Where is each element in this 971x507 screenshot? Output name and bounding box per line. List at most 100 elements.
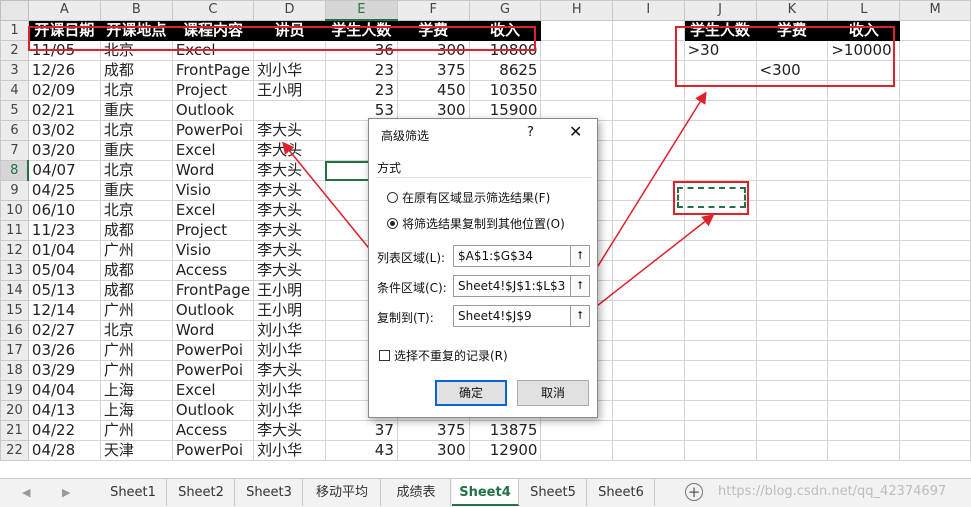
cell-b21[interactable]: 广州 <box>99 420 173 441</box>
row-header[interactable]: 17 <box>0 340 29 361</box>
cell-h22[interactable] <box>540 440 614 461</box>
cell-a4[interactable]: 02/09 <box>27 80 101 101</box>
cell-m15[interactable] <box>899 300 971 321</box>
cell-l22[interactable] <box>827 440 901 461</box>
cell-k15[interactable] <box>755 300 829 321</box>
copy-to-picker-icon[interactable]: ⭡ <box>570 305 590 327</box>
cell-k13[interactable] <box>755 260 829 281</box>
row-header[interactable]: 6 <box>0 120 29 141</box>
cell-d1[interactable]: 讲员 <box>253 19 326 41</box>
cell-k21[interactable] <box>755 420 829 441</box>
radio-copy-to-location[interactable]: 将筛选结果复制到其他位置(O) <box>387 215 565 232</box>
cell-l5[interactable] <box>827 100 901 121</box>
cell-j8[interactable] <box>683 160 757 181</box>
cell-j7[interactable] <box>683 140 757 161</box>
tab-sheet-5[interactable]: 成绩表 <box>382 479 451 506</box>
cell-a10[interactable]: 06/10 <box>27 200 101 221</box>
cell-l21[interactable] <box>827 420 901 441</box>
cell-h2[interactable] <box>540 40 614 61</box>
cell-a15[interactable]: 12/14 <box>27 300 101 321</box>
cell-d21[interactable]: 李大头 <box>253 420 326 441</box>
column-header-g[interactable]: G <box>468 0 542 21</box>
cell-i16[interactable] <box>612 320 685 341</box>
cell-b5[interactable]: 重庆 <box>99 100 173 121</box>
ok-button[interactable]: 确定 <box>435 380 507 406</box>
cell-g3[interactable]: 8625 <box>468 60 542 81</box>
cell-l15[interactable] <box>827 300 901 321</box>
cell-l17[interactable] <box>827 340 901 361</box>
cell-a20[interactable]: 04/13 <box>27 400 101 421</box>
cell-m20[interactable] <box>899 400 971 421</box>
cell-c15[interactable]: Outlook <box>171 300 255 321</box>
cell-i5[interactable] <box>612 100 685 121</box>
cell-j16[interactable] <box>683 320 757 341</box>
list-range-picker-icon[interactable]: ⭡ <box>570 245 590 267</box>
row-header[interactable]: 15 <box>0 300 29 321</box>
row-header[interactable]: 7 <box>0 140 29 161</box>
cell-k12[interactable] <box>755 240 829 261</box>
cell-i20[interactable] <box>612 400 685 421</box>
row-header[interactable]: 11 <box>0 220 29 241</box>
tab-sheet-2[interactable]: Sheet2 <box>168 479 235 506</box>
row-header[interactable]: 12 <box>0 240 29 261</box>
row-header[interactable]: 14 <box>0 280 29 301</box>
cell-j18[interactable] <box>683 360 757 381</box>
cell-i7[interactable] <box>612 140 685 161</box>
cell-b4[interactable]: 北京 <box>99 80 173 101</box>
criteria-range-input[interactable]: Sheet4!$J$1:$L$3 <box>453 275 571 297</box>
column-header-i[interactable]: I <box>612 0 685 21</box>
cell-j2[interactable]: >30 <box>683 40 757 61</box>
cell-c14[interactable]: FrontPage <box>171 280 255 301</box>
cell-d13[interactable]: 李大头 <box>253 260 326 281</box>
cell-l19[interactable] <box>827 380 901 401</box>
cell-k8[interactable] <box>755 160 829 181</box>
cell-a18[interactable]: 03/29 <box>27 360 101 381</box>
cell-i3[interactable] <box>612 60 685 81</box>
cell-j3[interactable] <box>683 60 757 81</box>
cell-h3[interactable] <box>540 60 614 81</box>
column-header-e[interactable]: E <box>324 0 398 21</box>
cell-e21[interactable]: 37 <box>324 420 398 441</box>
cell-b6[interactable]: 北京 <box>99 120 173 141</box>
cell-k16[interactable] <box>755 320 829 341</box>
cell-j13[interactable] <box>683 260 757 281</box>
row-header[interactable]: 18 <box>0 360 29 381</box>
cell-d2[interactable] <box>253 40 326 61</box>
help-icon[interactable]: ? <box>527 125 534 140</box>
cell-f2[interactable]: 300 <box>396 40 470 61</box>
cell-a13[interactable]: 05/04 <box>27 260 101 281</box>
cell-a9[interactable]: 04/25 <box>27 180 101 201</box>
cell-k20[interactable] <box>755 400 829 421</box>
row-header[interactable]: 2 <box>0 40 29 61</box>
column-header-d[interactable]: D <box>253 0 326 21</box>
cell-d19[interactable]: 刘小华 <box>253 380 326 401</box>
cell-d8[interactable]: 李大头 <box>253 160 326 181</box>
cell-d15[interactable]: 王小明 <box>253 300 326 321</box>
cell-a14[interactable]: 05/13 <box>27 280 101 301</box>
cell-j17[interactable] <box>683 340 757 361</box>
cell-a21[interactable]: 04/22 <box>27 420 101 441</box>
cell-a16[interactable]: 02/27 <box>27 320 101 341</box>
cell-f3[interactable]: 375 <box>396 60 470 81</box>
cell-l3[interactable] <box>827 60 901 81</box>
cell-b17[interactable]: 广州 <box>99 340 173 361</box>
cell-a12[interactable]: 01/04 <box>27 240 101 261</box>
cell-k2[interactable] <box>755 40 829 61</box>
cell-k7[interactable] <box>755 140 829 161</box>
cell-c13[interactable]: Access <box>171 260 255 281</box>
cell-k6[interactable] <box>755 120 829 141</box>
cell-h21[interactable] <box>540 420 614 441</box>
cell-i11[interactable] <box>612 220 685 241</box>
cell-i13[interactable] <box>612 260 685 281</box>
cell-b7[interactable]: 重庆 <box>99 140 173 161</box>
cell-m21[interactable] <box>899 420 971 441</box>
cell-k18[interactable] <box>755 360 829 381</box>
cell-k17[interactable] <box>755 340 829 361</box>
cell-j22[interactable] <box>683 440 757 461</box>
cell-c19[interactable]: Excel <box>171 380 255 401</box>
cell-m8[interactable] <box>899 160 971 181</box>
cell-m4[interactable] <box>899 80 971 101</box>
add-sheet-icon[interactable]: + <box>685 483 703 501</box>
cell-a19[interactable]: 04/04 <box>27 380 101 401</box>
cell-i15[interactable] <box>612 300 685 321</box>
